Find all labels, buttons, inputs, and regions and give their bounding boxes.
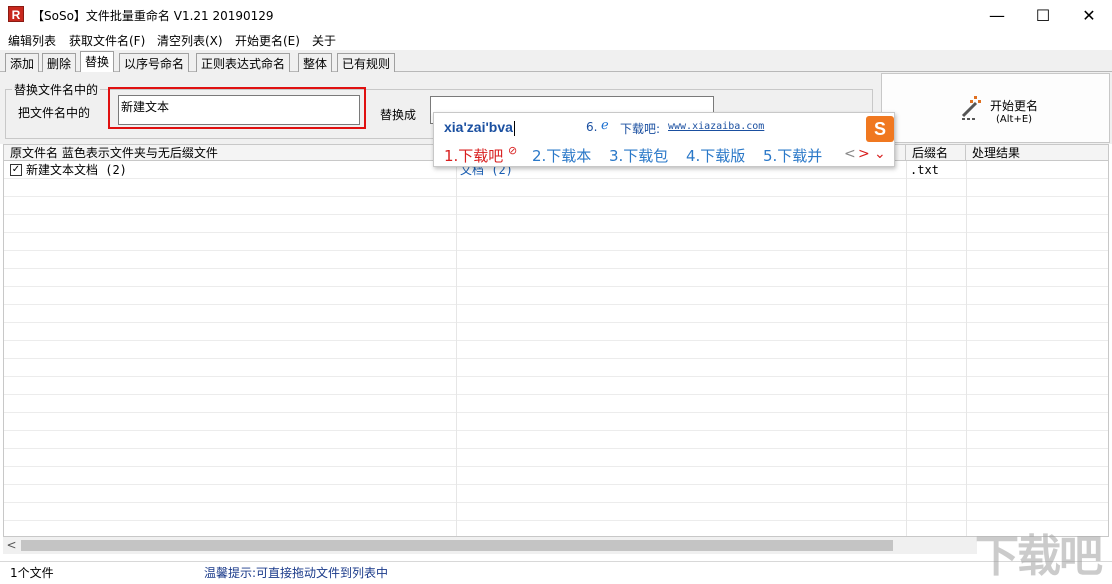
ime-next-page-icon[interactable]: > [858, 146, 870, 162]
ime-candidate[interactable]: 4.下载版 [686, 145, 745, 166]
close-button[interactable]: ✕ [1066, 0, 1112, 30]
tab-existing-rules[interactable]: 已有规则 [337, 53, 396, 72]
col-divider [966, 161, 967, 536]
col-divider [906, 161, 907, 536]
tab-whole[interactable]: 整体 [298, 53, 333, 72]
app-logo-icon: R [8, 6, 24, 22]
tab-bar: 添加 删除 替换 以序号命名 正则表达式命名 整体 已有规则 [0, 50, 1112, 73]
ime-candidate[interactable]: 1.下载吧 [444, 145, 503, 166]
watermark-logo: 下载吧 [975, 531, 1103, 582]
rename-wand-icon [961, 96, 981, 120]
status-hint: 温馨提示:可直接拖动文件到列表中 [204, 566, 389, 580]
menu-edit-list[interactable]: 编辑列表 [8, 32, 56, 49]
row-checkbox[interactable]: ✓ [10, 164, 22, 176]
browser-e-icon: ℯ [601, 118, 609, 133]
ime-candidate-window: xia'zai'bva 6. ℯ 下载吧: www.xiazaiba.com S… [433, 112, 895, 167]
ime-prev-page-icon[interactable]: < [844, 146, 856, 162]
tab-delete[interactable]: 删除 [42, 53, 77, 72]
tab-replace[interactable]: 替换 [80, 51, 115, 73]
minimize-button[interactable]: — [974, 0, 1020, 30]
menu-start-rename[interactable]: 开始更名(E) [235, 32, 300, 49]
tab-sequence-naming[interactable]: 以序号命名 [119, 53, 190, 72]
replace-label: 替换成 [380, 108, 417, 122]
find-input[interactable]: 新建文本 [118, 95, 360, 125]
cell-extension: .txt [910, 163, 939, 177]
col-result[interactable]: 处理结果 [966, 145, 1108, 161]
scroll-thumb[interactable] [21, 540, 893, 551]
status-bar: 1个文件 温馨提示:可直接拖动文件到列表中 [0, 561, 1112, 580]
menu-get-filenames[interactable]: 获取文件名(F) [69, 32, 145, 49]
ime-hint-number: 6. [586, 120, 598, 134]
row-grid-lines [4, 161, 1108, 536]
ime-expand-icon[interactable]: ⌄ [874, 146, 886, 162]
title-bar: R 【SoSo】文件批量重命名 V1.21 20190129 — ☐ ✕ [0, 0, 1112, 30]
sogou-logo-icon: S [866, 116, 894, 142]
file-count: 1个文件 [10, 566, 54, 580]
tab-regex-naming[interactable]: 正则表达式命名 [196, 53, 291, 72]
col-extension[interactable]: 后缀名 [906, 145, 966, 161]
menu-bar: 编辑列表 获取文件名(F) 清空列表(X) 开始更名(E) 关于 [0, 30, 1112, 50]
ime-candidate[interactable]: 2.下载本 [532, 145, 591, 166]
ime-hint-url[interactable]: www.xiazaiba.com [668, 121, 764, 132]
find-label: 把文件名中的 [18, 106, 91, 120]
tab-add[interactable]: 添加 [5, 53, 40, 72]
menu-clear-list[interactable]: 清空列表(X) [157, 32, 223, 49]
ime-candidate[interactable]: 5.下载并 [763, 145, 822, 166]
maximize-button[interactable]: ☐ [1020, 0, 1066, 30]
start-rename-button[interactable]: 开始更名 (Alt+E) [881, 73, 1110, 143]
window-title: 【SoSo】文件批量重命名 V1.21 20190129 [32, 9, 274, 23]
group-title: 替换文件名中的 [12, 81, 101, 98]
start-rename-label: 开始更名 [990, 99, 1039, 113]
ime-candidate[interactable]: 3.下载包 [609, 145, 668, 166]
menu-about[interactable]: 关于 [312, 32, 336, 49]
ime-hint-text[interactable]: 下载吧: [620, 120, 660, 137]
scroll-left-icon[interactable]: < [3, 537, 20, 554]
cell-original-name: 新建文本文档 (2) [26, 163, 127, 177]
start-rename-hotkey: (Alt+E) [996, 114, 1033, 125]
ime-composition: xia'zai'bva [444, 119, 515, 136]
check-circle-icon: ⊘ [508, 144, 518, 157]
file-list-table[interactable]: 原文件名 蓝色表示文件夹与无后缀文件 后缀名 处理结果 ✓ 新建文本文档 (2)… [3, 144, 1109, 537]
col-divider [456, 161, 457, 536]
col-original-name[interactable]: 原文件名 蓝色表示文件夹与无后缀文件 [4, 145, 456, 161]
horizontal-scrollbar[interactable]: < [3, 537, 977, 554]
